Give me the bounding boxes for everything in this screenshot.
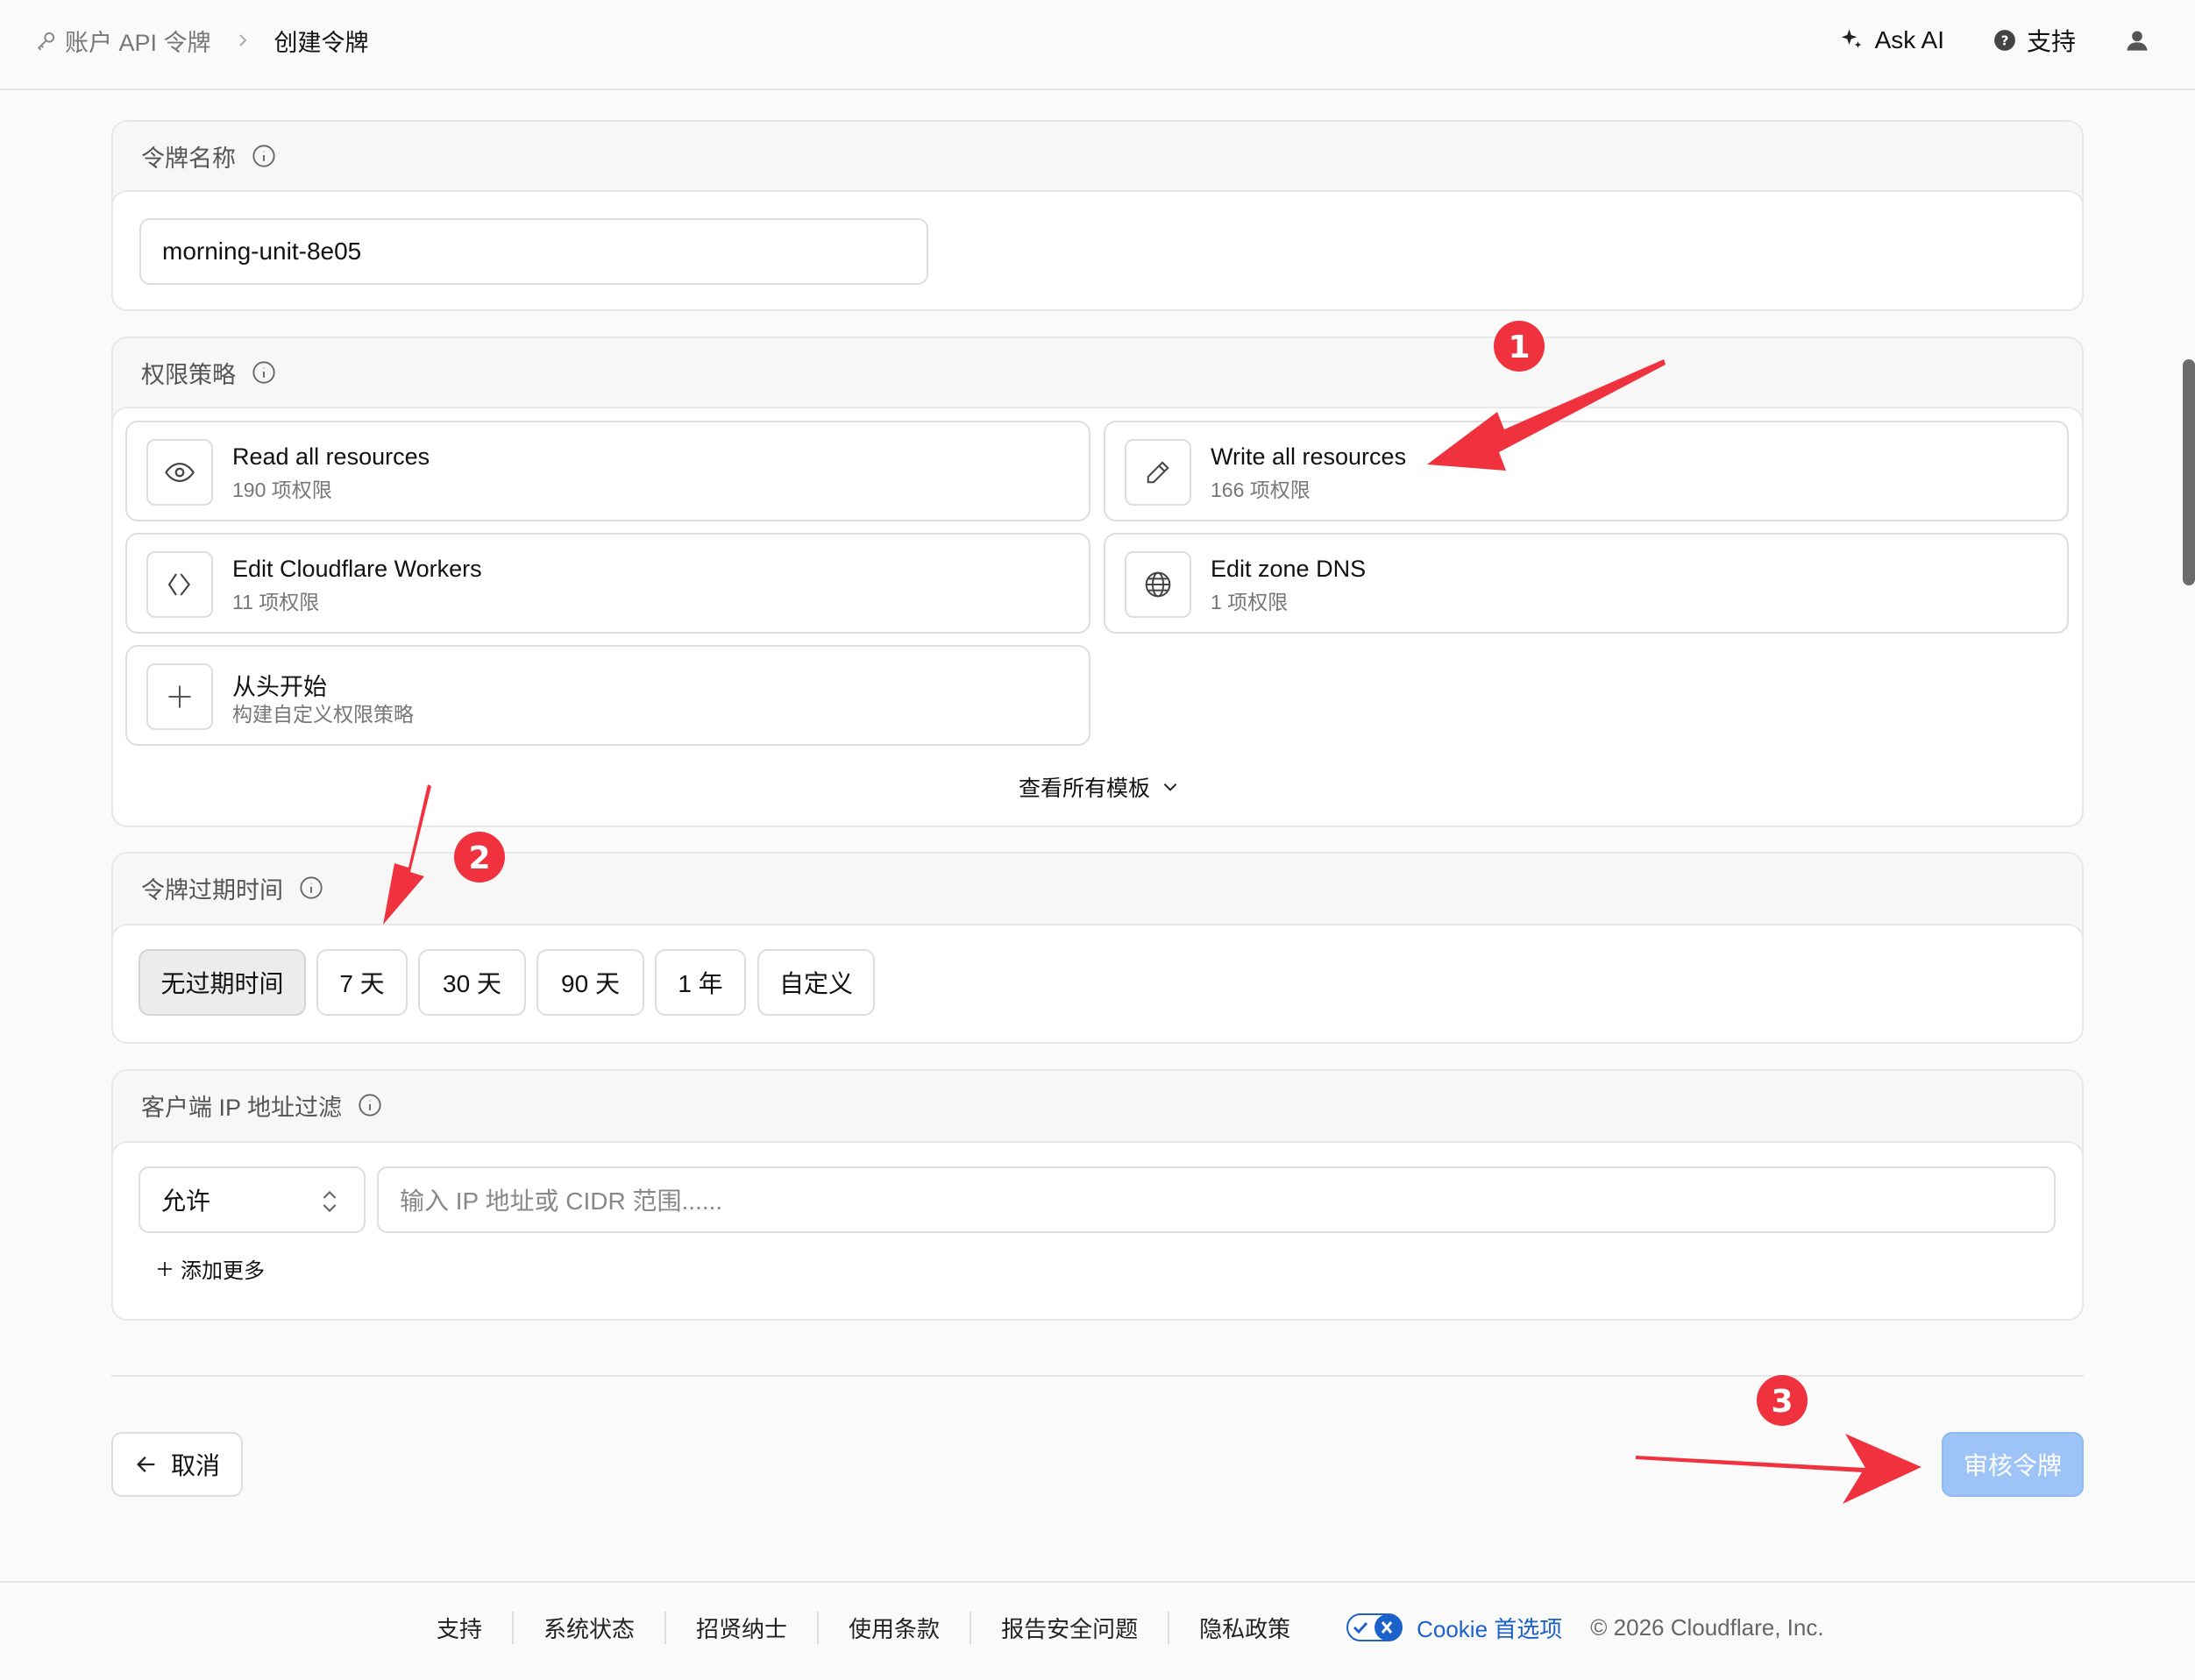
annotation-badge-3: 3	[1757, 1375, 1808, 1426]
actions-divider	[111, 1375, 2084, 1377]
template-name: Write all resources	[1211, 443, 1407, 470]
permission-policy-header: 权限策略	[113, 338, 2082, 407]
ask-ai-label: Ask AI	[1874, 26, 1944, 53]
chevron-right-icon	[238, 34, 246, 46]
token-name-title: 令牌名称	[141, 145, 236, 172]
template-name: Edit Cloudflare Workers	[232, 556, 482, 582]
support-label: 支持	[2026, 28, 2076, 55]
expiration-option-30-days[interactable]: 30 天	[418, 949, 526, 1016]
pencil-icon	[1125, 439, 1191, 506]
expiration-option-1-year[interactable]: 1 年	[655, 949, 746, 1016]
info-icon[interactable]	[299, 875, 323, 900]
copyright: © 2026 Cloudflare, Inc.	[1590, 1613, 1824, 1641]
expiration-option-7-days[interactable]: 7 天	[316, 949, 408, 1016]
footer-link-careers[interactable]: 招贤纳士	[666, 1611, 820, 1644]
footer-link-system-status[interactable]: 系统状态	[514, 1611, 667, 1644]
template-edit-zone-dns[interactable]: Edit zone DNS 1 项权限	[1104, 533, 2069, 634]
ip-address-input[interactable]: 输入 IP 地址或 CIDR 范围......	[377, 1166, 2056, 1233]
template-write-all-resources[interactable]: Write all resources 166 项权限	[1104, 421, 2069, 521]
cancel-button[interactable]: 取消	[111, 1432, 243, 1497]
support-button[interactable]: ? 支持	[1993, 23, 2076, 58]
template-count: 11 项权限	[232, 591, 320, 613]
ip-filter-mode-value: 允许	[161, 1187, 211, 1215]
chevron-down-icon	[1163, 783, 1177, 791]
arrow-left-icon	[137, 1457, 155, 1472]
user-menu-button[interactable]	[2125, 28, 2160, 53]
info-icon[interactable]	[252, 360, 276, 385]
breadcrumb-current: 创建令牌	[273, 29, 369, 56]
view-all-templates-link[interactable]: 查看所有模板	[1019, 771, 1180, 803]
review-token-button[interactable]: 审核令牌	[1942, 1432, 2084, 1497]
ask-ai-button[interactable]: Ask AI	[1838, 26, 1944, 54]
breadcrumb: 账户 API 令牌 创建令牌	[35, 0, 369, 81]
token-name-header: 令牌名称	[113, 122, 2082, 190]
template-start-from-scratch[interactable]: 从头开始 构建自定义权限策略	[125, 645, 1090, 746]
info-icon[interactable]	[358, 1093, 382, 1117]
expiration-option-90-days[interactable]: 90 天	[536, 949, 644, 1016]
token-name-input[interactable]: morning-unit-8e05	[139, 218, 928, 285]
key-icon	[37, 32, 55, 51]
cookie-preferences-label: Cookie 首选项	[1417, 1615, 1563, 1642]
ip-filter-mode-select[interactable]: 允许	[139, 1166, 366, 1233]
footer-link-report-security[interactable]: 报告安全问题	[971, 1611, 1170, 1644]
token-name-card: 令牌名称 morning-unit-8e05	[111, 120, 2084, 311]
permission-policy-title: 权限策略	[141, 361, 236, 388]
footer-link-terms[interactable]: 使用条款	[819, 1611, 972, 1644]
eye-icon	[146, 439, 213, 506]
footer-link-support[interactable]: 支持	[437, 1611, 515, 1644]
add-more-button[interactable]: 添加更多	[154, 1253, 265, 1284]
template-read-all-resources[interactable]: Read all resources 190 项权限	[125, 421, 1090, 521]
scrollbar[interactable]	[2183, 359, 2195, 585]
user-icon	[2127, 31, 2148, 51]
add-more-label: 添加更多	[181, 1259, 265, 1283]
cancel-label: 取消	[170, 1452, 220, 1479]
footer-cookie-preferences[interactable]: Cookie 首选项	[1320, 1612, 1562, 1644]
ip-filter-header: 客户端 IP 地址过滤	[113, 1071, 2082, 1139]
template-count: 构建自定义权限策略	[232, 703, 414, 726]
template-edit-cloudflare-workers[interactable]: Edit Cloudflare Workers 11 项权限	[125, 533, 1090, 634]
template-count: 190 项权限	[232, 478, 332, 501]
expiration-option-no-expiry[interactable]: 无过期时间	[139, 949, 306, 1016]
help-icon: ?	[1994, 30, 2015, 51]
template-count: 1 项权限	[1211, 591, 1289, 613]
svg-text:?: ?	[2001, 32, 2009, 48]
expiration-option-custom[interactable]: 自定义	[757, 949, 875, 1016]
annotation-arrow-3	[1636, 1434, 1922, 1504]
template-name: Read all resources	[232, 443, 430, 470]
footer: 支持 系统状态 招贤纳士 使用条款 报告安全问题 隐私政策 Cookie 首选项…	[0, 1581, 2195, 1680]
footer-link-privacy[interactable]: 隐私政策	[1169, 1612, 1320, 1644]
token-name-body: morning-unit-8e05	[111, 190, 2084, 311]
plus-icon	[158, 1261, 172, 1276]
chevron-up-down-icon	[323, 1190, 337, 1213]
info-icon[interactable]	[252, 144, 276, 168]
ip-filter-title: 客户端 IP 地址过滤	[141, 1094, 343, 1121]
badge-3-text: 3	[1771, 1384, 1793, 1420]
template-count: 166 项权限	[1211, 478, 1311, 501]
token-expiration-header: 令牌过期时间	[113, 854, 2082, 922]
top-bar: 账户 API 令牌 创建令牌 Ask AI ? 支持	[0, 0, 2195, 90]
workers-icon	[146, 551, 213, 618]
breadcrumb-parent-link[interactable]: 账户 API 令牌	[65, 24, 211, 58]
privacy-toggle-icon	[1346, 1613, 1403, 1641]
plus-icon	[146, 663, 213, 730]
view-all-templates-label: 查看所有模板	[1019, 776, 1151, 801]
template-name: Edit zone DNS	[1211, 556, 1367, 582]
sparkle-icon	[1841, 29, 1861, 48]
globe-icon	[1125, 551, 1191, 618]
token-expiration-title: 令牌过期时间	[141, 876, 283, 904]
token-expiration-card: 令牌过期时间	[111, 852, 2084, 1044]
